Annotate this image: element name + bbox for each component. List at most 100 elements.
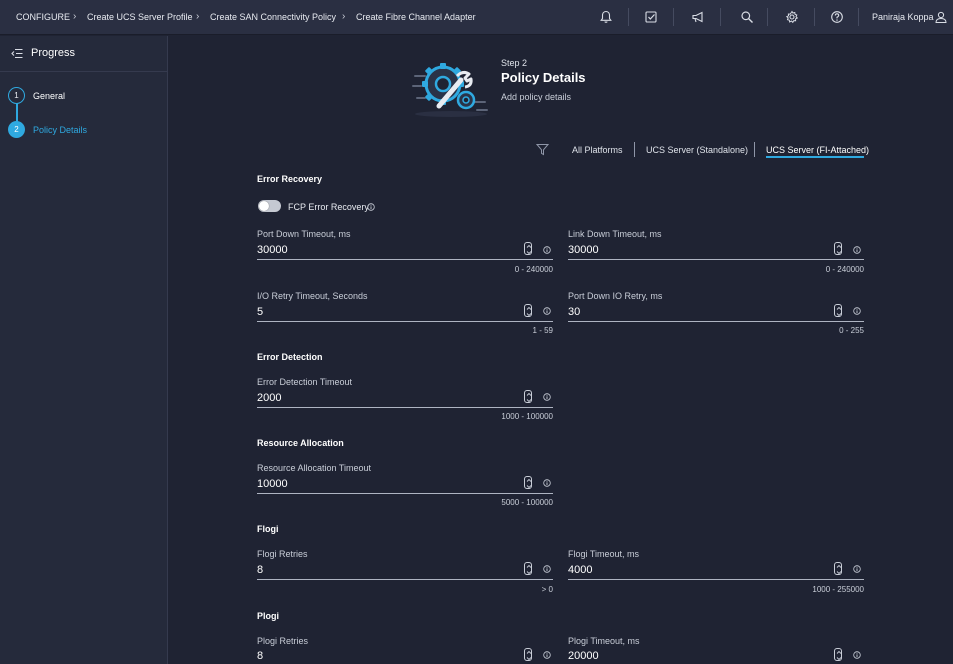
info-icon[interactable] [543, 307, 551, 315]
progress-header: Progress [0, 36, 167, 72]
gear-icon[interactable] [785, 10, 799, 24]
tab-ucs-standalone[interactable]: UCS Server (Standalone) [646, 145, 748, 155]
progress-title: Progress [31, 47, 76, 59]
resource-allocation-timeout-label: Resource Allocation Timeout [257, 463, 372, 473]
input-underline [257, 579, 553, 580]
search-icon[interactable] [740, 10, 754, 24]
info-icon[interactable] [543, 246, 551, 254]
info-icon[interactable] [853, 565, 861, 573]
flogi-timeout-range: 1000 - 255000 [812, 585, 864, 594]
filter-icon[interactable] [536, 143, 549, 156]
tab-divider [634, 142, 635, 157]
collapse-menu-icon[interactable] [11, 48, 23, 59]
policy-gear-wrench-illustration [412, 63, 488, 117]
step-2-indicator[interactable]: 2 [8, 121, 25, 138]
step-1-indicator[interactable]: 1 [8, 87, 25, 104]
progress-sidebar: Progress 1 General 2 Policy Details [0, 36, 168, 664]
step-connector [16, 102, 18, 122]
flogi-timeout-input[interactable]: 4000 [568, 564, 592, 576]
info-icon[interactable] [543, 565, 551, 573]
tasks-icon[interactable] [644, 10, 658, 24]
info-icon[interactable] [853, 307, 861, 315]
flogi-retries-stepper[interactable] [524, 562, 532, 575]
help-icon[interactable] [830, 10, 844, 24]
info-icon[interactable] [543, 479, 551, 487]
chevron-right-icon: › [342, 11, 346, 22]
io-retry-timeout-stepper[interactable] [524, 304, 532, 317]
step-2-label[interactable]: Policy Details [33, 125, 87, 135]
flogi-retries-input[interactable]: 8 [257, 564, 263, 576]
chevron-right-icon: › [196, 11, 200, 22]
plogi-timeout-label: Plogi Timeout, ms [568, 636, 640, 646]
tab-divider [754, 142, 755, 157]
tab-all-platforms[interactable]: All Platforms [572, 145, 623, 155]
link-down-timeout-stepper[interactable] [834, 242, 842, 255]
port-down-timeout-input[interactable]: 30000 [257, 244, 288, 256]
error-detection-timeout-input[interactable]: 2000 [257, 392, 281, 404]
resource-allocation-timeout-range: 5000 - 100000 [501, 498, 553, 507]
error-detection-timeout-range: 1000 - 100000 [501, 412, 553, 421]
toolbar-divider [814, 8, 815, 26]
info-icon[interactable] [853, 246, 861, 254]
toolbar-divider [673, 8, 674, 26]
chevron-right-icon: › [73, 11, 77, 22]
breadcrumb-current: Create Fibre Channel Adapter [356, 12, 476, 22]
info-icon[interactable] [543, 393, 551, 401]
toggle-knob [259, 201, 269, 211]
port-down-io-retry-label: Port Down IO Retry, ms [568, 291, 663, 301]
section-resource-allocation: Resource Allocation [257, 438, 344, 448]
step-1-label[interactable]: General [33, 91, 65, 101]
flogi-timeout-stepper[interactable] [834, 562, 842, 575]
plogi-retries-stepper[interactable] [524, 648, 532, 661]
section-flogi: Flogi [257, 524, 279, 534]
plogi-timeout-stepper[interactable] [834, 648, 842, 661]
toolbar-divider [628, 8, 629, 26]
port-down-timeout-stepper[interactable] [524, 242, 532, 255]
link-down-timeout-range: 0 - 240000 [825, 265, 864, 274]
port-down-timeout-label: Port Down Timeout, ms [257, 229, 351, 239]
input-underline [257, 407, 553, 408]
input-underline [568, 579, 864, 580]
tab-ucs-fi-attached[interactable]: UCS Server (FI-Attached) [766, 145, 869, 155]
port-down-io-retry-stepper[interactable] [834, 304, 842, 317]
info-icon[interactable] [853, 651, 861, 659]
toolbar-divider [720, 8, 721, 26]
error-detection-timeout-label: Error Detection Timeout [257, 377, 353, 387]
flogi-retries-range: > 0 [541, 585, 553, 594]
io-retry-timeout-range: 1 - 59 [532, 326, 553, 335]
io-retry-timeout-label: I/O Retry Timeout, Seconds [257, 291, 368, 301]
megaphone-icon[interactable] [691, 10, 705, 24]
plogi-retries-label: Plogi Retries [257, 636, 309, 646]
port-down-io-retry-range: 0 - 255 [839, 326, 864, 335]
breadcrumb-create-server-profile[interactable]: Create UCS Server Profile [87, 12, 193, 22]
section-error-recovery: Error Recovery [257, 174, 323, 184]
user-icon[interactable] [935, 11, 947, 23]
info-icon[interactable] [543, 651, 551, 659]
flogi-timeout-label: Flogi Timeout, ms [568, 549, 640, 559]
user-name[interactable]: Paniraja Koppa [872, 12, 934, 22]
toolbar-divider [767, 8, 768, 26]
toolbar-divider [858, 8, 859, 26]
fcp-error-recovery-toggle[interactable] [258, 200, 281, 212]
input-underline [257, 493, 553, 494]
port-down-io-retry-input[interactable]: 30 [568, 306, 580, 318]
input-underline [568, 321, 864, 322]
link-down-timeout-input[interactable]: 30000 [568, 244, 599, 256]
flogi-retries-label: Flogi Retries [257, 549, 308, 559]
io-retry-timeout-input[interactable]: 5 [257, 306, 263, 318]
info-icon[interactable] [367, 203, 375, 211]
plogi-timeout-input[interactable]: 20000 [568, 650, 599, 662]
input-underline [257, 259, 553, 260]
resource-allocation-timeout-input[interactable]: 10000 [257, 478, 288, 490]
resource-allocation-timeout-stepper[interactable] [524, 476, 532, 489]
breadcrumb-configure[interactable]: CONFIGURE [16, 12, 70, 22]
page-subtitle: Add policy details [501, 92, 572, 102]
error-detection-timeout-stepper[interactable] [524, 390, 532, 403]
breadcrumb-create-san-policy[interactable]: Create SAN Connectivity Policy [210, 12, 336, 22]
page-title: Policy Details [501, 70, 586, 85]
plogi-retries-input[interactable]: 8 [257, 650, 263, 662]
bell-icon[interactable] [599, 10, 613, 24]
link-down-timeout-label: Link Down Timeout, ms [568, 229, 662, 239]
port-down-timeout-range: 0 - 240000 [514, 265, 553, 274]
input-underline [568, 259, 864, 260]
